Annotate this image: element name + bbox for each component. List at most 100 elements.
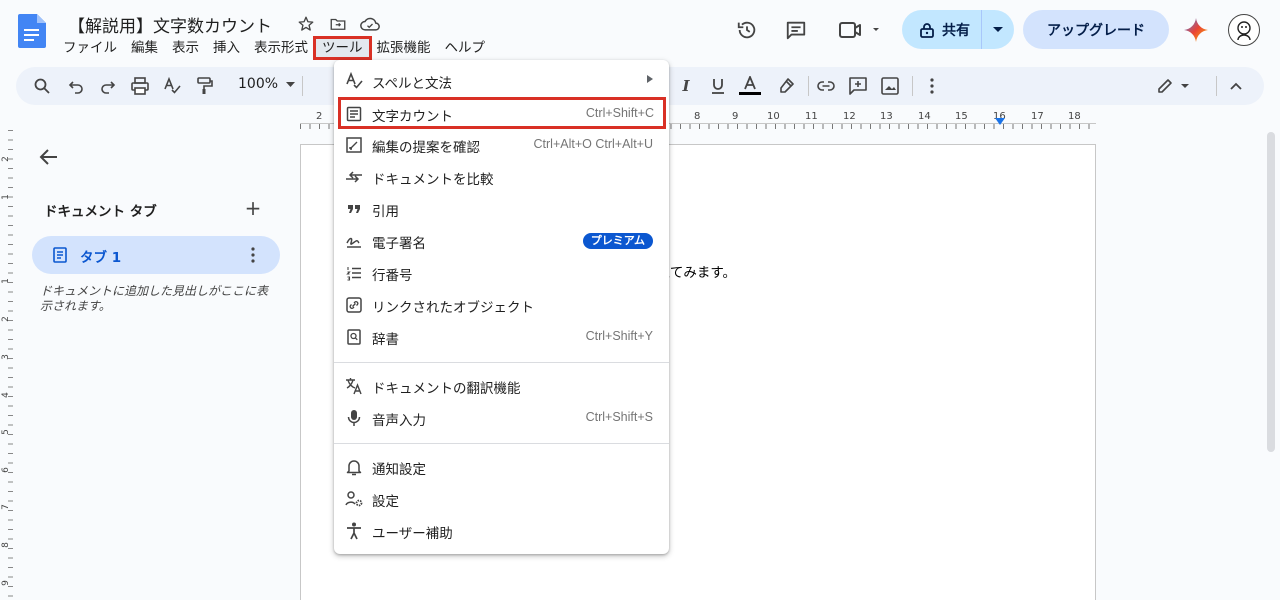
zoom-select[interactable]: 100% <box>238 76 296 92</box>
avatar[interactable] <box>1228 14 1260 46</box>
dictionary-icon <box>345 328 363 346</box>
paint-format-icon[interactable] <box>190 72 218 100</box>
menu-extensions[interactable]: 拡張機能 <box>370 38 438 58</box>
menu-item-linked-objects[interactable]: リンクされたオブジェクト <box>334 289 669 319</box>
ruler-number: 5 <box>0 429 11 435</box>
tools-menu: スペルと文法 文字カウント Ctrl+Shift+C 編集の提案を確認 Ctrl… <box>334 60 669 554</box>
tab-more-icon[interactable] <box>246 245 260 265</box>
menu-item-review-edits[interactable]: 編集の提案を確認 Ctrl+Alt+O Ctrl+Alt+U <box>334 129 669 159</box>
ruler-number: 1 <box>0 278 11 284</box>
compare-icon <box>345 168 363 186</box>
docs-logo-icon[interactable] <box>18 14 46 48</box>
underline-icon[interactable] <box>704 72 732 100</box>
menu-item-accessibility[interactable]: ユーザー補助 <box>334 515 669 545</box>
vertical-ruler[interactable]: 2 1 1 2 3 4 5 6 7 8 9 <box>0 130 16 600</box>
review-edits-icon <box>345 136 363 154</box>
menu-insert[interactable]: 挿入 <box>206 38 247 58</box>
comments-icon[interactable] <box>776 10 816 50</box>
menu-bar: ファイル 編集 表示 挿入 表示形式 ツール 拡張機能 ヘルプ <box>56 36 493 60</box>
document-title[interactable]: 【解説用】文字数カウント <box>68 12 272 37</box>
ruler-number: 9 <box>732 111 739 122</box>
print-icon[interactable] <box>126 72 154 100</box>
menu-item-esignature[interactable]: 電子署名 プレミアム <box>334 225 669 255</box>
menu-item-citations[interactable]: 引用 <box>334 193 669 223</box>
translate-icon <box>345 377 363 395</box>
menu-item-preferences[interactable]: 設定 <box>334 483 669 513</box>
menu-item-notification-settings[interactable]: 通知設定 <box>334 451 669 481</box>
menu-item-label: 通知設定 <box>372 462 426 478</box>
menu-edit[interactable]: 編集 <box>124 38 165 58</box>
ruler-number: 10 <box>767 111 780 122</box>
ruler-number: 7 <box>0 504 11 510</box>
menu-item-label: 設定 <box>372 494 399 510</box>
add-tab-icon[interactable]: + <box>244 198 262 218</box>
ruler-number: 13 <box>880 111 893 122</box>
back-arrow-icon[interactable] <box>38 146 60 168</box>
menu-item-label: ドキュメントの翻訳機能 <box>372 381 521 397</box>
text-color-icon[interactable] <box>736 72 764 100</box>
meet-icon[interactable] <box>834 10 884 50</box>
share-button[interactable]: 共有 <box>902 10 1014 49</box>
zoom-value: 100% <box>238 76 279 92</box>
ruler-number: 12 <box>843 111 856 122</box>
italic-icon[interactable]: I <box>672 72 700 100</box>
spellcheck-icon[interactable] <box>158 72 186 100</box>
menu-item-shortcut: Ctrl+Shift+C <box>585 106 654 120</box>
menu-item-label: 行番号 <box>372 268 413 284</box>
app-header: 【解説用】文字数カウント ファイル 編集 表示 挿入 表示形式 ツール 拡張機能… <box>0 0 1280 64</box>
menu-item-shortcut: Ctrl+Shift+Y <box>585 329 653 343</box>
menu-item-label: 辞書 <box>372 332 399 348</box>
menu-divider <box>334 362 669 363</box>
upgrade-button[interactable]: アップグレード <box>1023 10 1169 49</box>
undo-icon[interactable] <box>62 72 90 100</box>
bell-icon <box>345 458 363 476</box>
cloud-status-icon[interactable] <box>360 14 380 34</box>
insert-link-icon[interactable] <box>812 72 840 100</box>
editing-mode-icon[interactable] <box>1154 72 1194 100</box>
share-dropdown-icon[interactable] <box>982 26 1014 33</box>
more-options-icon[interactable] <box>918 72 946 100</box>
gemini-icon[interactable] <box>1184 18 1208 42</box>
word-count-icon <box>345 105 363 123</box>
menu-item-line-numbers[interactable]: 行番号 <box>334 257 669 287</box>
insert-image-icon[interactable] <box>876 72 904 100</box>
menu-item-label: ユーザー補助 <box>372 526 453 542</box>
search-menus-icon[interactable] <box>28 72 56 100</box>
ruler-number: 17 <box>1031 111 1044 122</box>
tab-document-icon <box>52 247 68 263</box>
menu-item-translate-document[interactable]: ドキュメントの翻訳機能 <box>334 370 669 400</box>
menu-item-label: 引用 <box>372 204 399 220</box>
menu-item-dictionary[interactable]: 辞書 Ctrl+Shift+Y <box>334 321 669 351</box>
menu-item-compare-documents[interactable]: ドキュメントを比較 <box>334 161 669 191</box>
preferences-icon <box>345 490 363 508</box>
menu-item-label: 音声入力 <box>372 413 426 429</box>
menu-item-spelling-grammar[interactable]: スペルと文法 <box>334 65 669 95</box>
ruler-number: 3 <box>0 354 11 360</box>
star-icon[interactable] <box>296 14 316 34</box>
menu-help[interactable]: ヘルプ <box>438 38 493 58</box>
insert-comment-icon[interactable] <box>844 72 872 100</box>
menu-item-label: リンクされたオブジェクト <box>372 300 534 316</box>
menu-item-shortcut: Ctrl+Alt+O Ctrl+Alt+U <box>533 137 653 151</box>
microphone-icon <box>345 409 363 427</box>
menu-item-word-count[interactable]: 文字カウント Ctrl+Shift+C <box>338 97 666 129</box>
menu-file[interactable]: ファイル <box>56 38 124 58</box>
history-icon[interactable] <box>727 10 767 50</box>
menu-divider <box>334 443 669 444</box>
ruler-number: 18 <box>1068 111 1081 122</box>
collapse-toolbar-icon[interactable] <box>1222 72 1250 100</box>
menu-tools[interactable]: ツール <box>313 36 372 60</box>
right-indent-marker[interactable] <box>995 118 1005 125</box>
redo-icon[interactable] <box>94 72 122 100</box>
ruler-number: 6 <box>0 467 11 473</box>
ruler-number: 9 <box>0 580 11 586</box>
highlight-color-icon[interactable] <box>772 72 800 100</box>
linked-objects-icon <box>345 296 363 314</box>
menu-format[interactable]: 表示形式 <box>247 38 315 58</box>
menu-view[interactable]: 表示 <box>165 38 206 58</box>
vertical-scrollbar[interactable] <box>1267 132 1275 452</box>
tab-1[interactable]: タブ 1 <box>32 236 280 274</box>
move-folder-icon[interactable] <box>328 14 348 34</box>
menu-item-voice-typing[interactable]: 音声入力 Ctrl+Shift+S <box>334 402 669 432</box>
ruler-number: 11 <box>805 111 818 122</box>
